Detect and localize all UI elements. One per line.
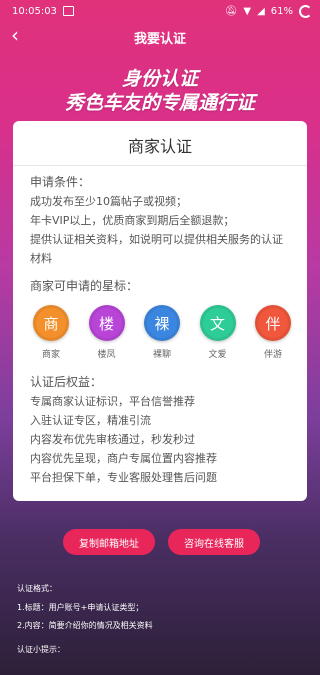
condition-line: 材料 bbox=[30, 252, 52, 265]
format-line: 2.内容：简要介绍你的情况及相关资料 bbox=[17, 621, 153, 630]
format-line: 1.标题：用户账号+申请认证类型； bbox=[17, 603, 144, 612]
card-title: 商家认证 bbox=[127, 137, 192, 156]
star-type-label: 伴游 bbox=[263, 350, 282, 360]
star-type-label: 楼凤 bbox=[97, 350, 116, 360]
hero-title: 身份认证 bbox=[121, 68, 198, 90]
star-type-label: 文爱 bbox=[208, 350, 227, 360]
star-type-merchant[interactable]: 商 商家 bbox=[29, 305, 73, 360]
condition-line: 提供认证相关资料，如说明可以提供相关服务的认证 bbox=[30, 233, 283, 246]
star-type-label: 裸聊 bbox=[152, 350, 171, 360]
page-title: 我要认证 bbox=[133, 32, 186, 47]
merchant-star-icon: 商 bbox=[33, 305, 69, 341]
benefit-line: 入驻认证专区，精准引流 bbox=[30, 414, 151, 427]
benefit-line: 专属商家认证标识，平台信誉推荐 bbox=[30, 395, 195, 408]
loufeng-star-icon: 楼 bbox=[88, 305, 125, 341]
types-heading: 商家可申请的星标： bbox=[30, 279, 139, 293]
hero-subtitle: 秀色车友的专属通行证 bbox=[64, 92, 255, 114]
star-types: 商 商家 楼 楼凤 裸 裸聊 文 文爱 伴 伴游 bbox=[29, 305, 295, 360]
star-type-loufeng[interactable]: 楼 楼凤 bbox=[85, 305, 129, 360]
format-heading: 认证格式： bbox=[17, 584, 57, 593]
benefit-line: 平台担保下单，专业客服处理售后问题 bbox=[30, 471, 217, 484]
star-type-banyou[interactable]: 伴 伴游 bbox=[251, 305, 295, 360]
online-service-button[interactable]: 咨询在线客服 bbox=[168, 529, 260, 555]
status-icons: 🔕︎ ▼ ◢ 61% bbox=[225, 0, 312, 22]
star-type-label: 商家 bbox=[41, 350, 60, 360]
tips-heading: 认证小提示： bbox=[17, 645, 65, 654]
benefits-section: 认证后权益： 专属商家认证标识，平台信誉推荐 入驻认证专区，精准引流 内容发布优… bbox=[30, 373, 295, 487]
benefit-line: 内容优先呈现，商户专属位置内容推荐 bbox=[30, 452, 217, 465]
signal-icon: ◢ bbox=[257, 5, 265, 17]
nav-bar: ‹ 我要认证 bbox=[0, 22, 320, 50]
star-type-luoliao[interactable]: 裸 裸聊 bbox=[140, 305, 184, 360]
battery-icon bbox=[299, 4, 312, 18]
conditions-heading: 申请条件： bbox=[30, 175, 91, 189]
banyou-star-icon: 伴 bbox=[255, 305, 291, 341]
star-type-wenai[interactable]: 文 文爱 bbox=[196, 305, 240, 360]
gallery-icon bbox=[62, 6, 74, 16]
status-bar: 10:05:03 🔕︎ ▼ ◢ 61% bbox=[0, 0, 320, 22]
wenai-star-icon: 文 bbox=[199, 305, 236, 341]
bell-off-icon: 🔕︎ bbox=[224, 5, 238, 17]
wifi-icon: ▼ bbox=[243, 5, 252, 17]
copy-email-button[interactable]: 复制邮箱地址 bbox=[63, 529, 155, 555]
condition-line: 年卡VIP以上，优质商家到期后全额退款； bbox=[30, 214, 235, 227]
benefit-line: 内容发布优先审核通过，秒发秒过 bbox=[30, 433, 195, 446]
card-divider bbox=[13, 165, 307, 166]
merchant-card: 商家认证 申请条件： 成功发布至少10篇帖子或视频； 年卡VIP以上，优质商家到… bbox=[13, 121, 307, 501]
battery-text: 61% bbox=[270, 5, 293, 17]
luoliao-star-icon: 裸 bbox=[144, 305, 180, 341]
condition-line: 成功发布至少10篇帖子或视频； bbox=[30, 195, 187, 208]
conditions-section: 申请条件： 成功发布至少10篇帖子或视频； 年卡VIP以上，优质商家到期后全额退… bbox=[30, 173, 295, 268]
status-time: 10:05:03 bbox=[12, 5, 57, 17]
benefits-heading: 认证后权益： bbox=[30, 375, 103, 389]
